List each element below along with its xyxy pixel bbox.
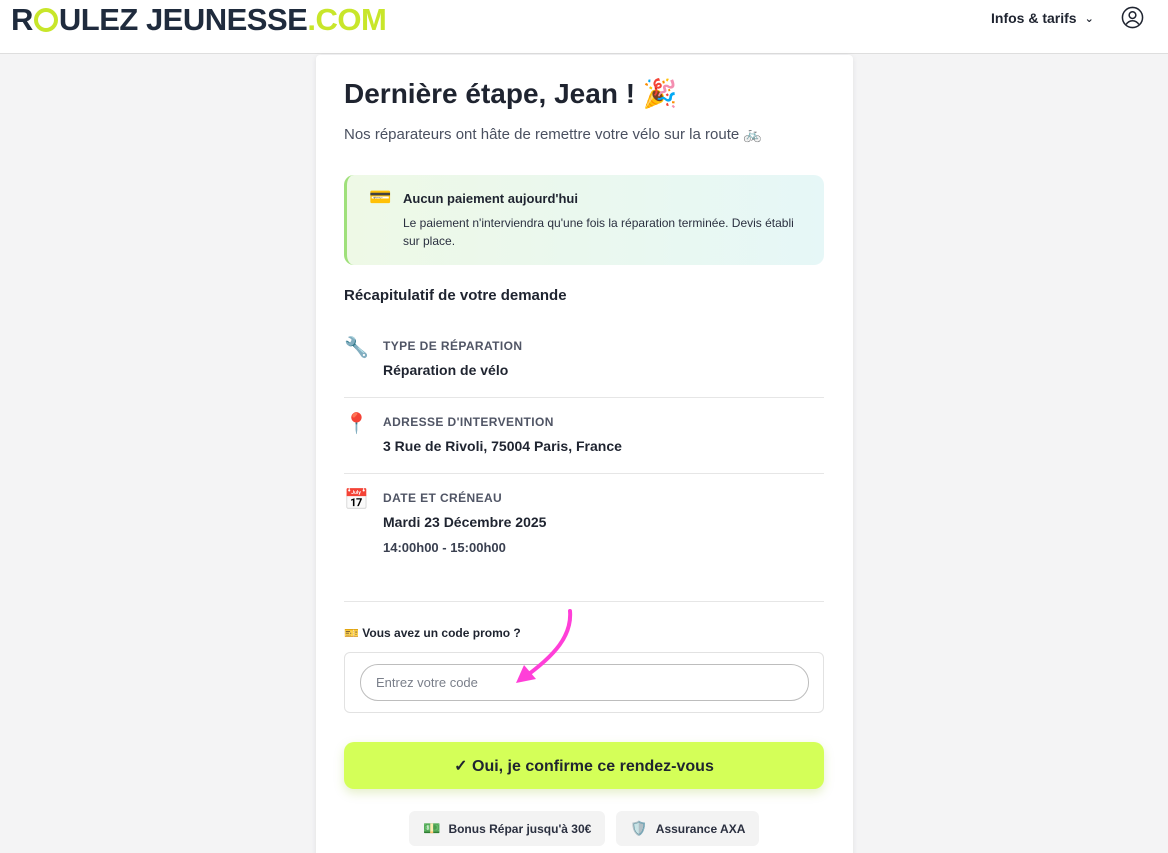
- logo-o-ring: [33, 8, 58, 32]
- wrench-icon: 🔧: [344, 337, 369, 359]
- pin-icon: 📍: [344, 413, 369, 435]
- confirm-appointment-button[interactable]: ✓ Oui, je confirme ce rendez-vous: [344, 742, 824, 789]
- money-icon: 💵: [423, 820, 441, 836]
- promo-code-input[interactable]: [360, 664, 809, 701]
- badge-label: Bonus Répar jusqu'à 30€: [448, 821, 592, 836]
- recap-time-slot: 14:00h00 - 15:00h00: [383, 540, 506, 555]
- badge-label: Assurance AXA: [655, 821, 746, 836]
- promo-box: [344, 652, 824, 713]
- confirmation-card: Dernière étape, Jean ! 🎉 Nos réparateurs…: [316, 55, 853, 853]
- recap-label: TYPE DE RÉPARATION: [383, 339, 523, 353]
- chevron-down-icon: ⌄: [1084, 12, 1094, 25]
- shield-icon: 🛡️: [630, 820, 648, 836]
- badge-assurance-axa: 🛡️ Assurance AXA: [616, 811, 760, 846]
- recap-label: ADRESSE D'INTERVENTION: [383, 415, 554, 429]
- calendar-icon: 📅: [344, 489, 369, 511]
- infos-tarifs-menu[interactable]: Infos & tarifs ⌄: [991, 10, 1094, 26]
- recap-label: DATE ET CRÉNEAU: [383, 491, 503, 505]
- recap-value: 3 Rue de Rivoli, 75004 Paris, France: [383, 438, 622, 454]
- infos-tarifs-label: Infos & tarifs: [991, 10, 1077, 26]
- promo-label: 🎫 Vous avez un code promo ?: [344, 626, 521, 640]
- recap-item-date: 📅 DATE ET CRÉNEAU Mardi 23 Décembre 2025…: [344, 487, 824, 567]
- site-logo[interactable]: R ULEZ JEUNESSE.COM: [11, 2, 387, 38]
- recap-value: Mardi 23 Décembre 2025: [383, 514, 547, 530]
- payment-info-text: Le paiement n'interviendra qu'une fois l…: [403, 216, 794, 248]
- payment-info-box: 💳 Aucun paiement aujourd'hui Le paiement…: [344, 175, 824, 265]
- page-title: Dernière étape, Jean ! 🎉: [344, 78, 678, 109]
- divider: [344, 601, 824, 602]
- recap-title: Récapitulatif de votre demande: [344, 287, 567, 304]
- site-header: R ULEZ JEUNESSE.COM Infos & tarifs ⌄: [0, 0, 1168, 54]
- payment-info-title: Aucun paiement aujourd'hui: [403, 191, 578, 206]
- logo-main-text: ULEZ JEUNESSE: [58, 2, 308, 37]
- recap-value: Réparation de vélo: [383, 362, 509, 378]
- trust-badges: 💵 Bonus Répar jusqu'à 30€ 🛡️ Assurance A…: [409, 811, 760, 846]
- recap-item-address: 📍 ADRESSE D'INTERVENTION 3 Rue de Rivoli…: [344, 411, 824, 474]
- recap-item-repair-type: 🔧 TYPE DE RÉPARATION Réparation de vélo: [344, 335, 824, 398]
- credit-card-icon: 💳: [369, 187, 392, 207]
- badge-bonus-repar: 💵 Bonus Répar jusqu'à 30€: [409, 811, 606, 846]
- page-subtitle: Nos réparateurs ont hâte de remettre vot…: [344, 126, 763, 143]
- logo-domain: .COM: [307, 2, 387, 37]
- user-circle-icon[interactable]: [1121, 6, 1144, 29]
